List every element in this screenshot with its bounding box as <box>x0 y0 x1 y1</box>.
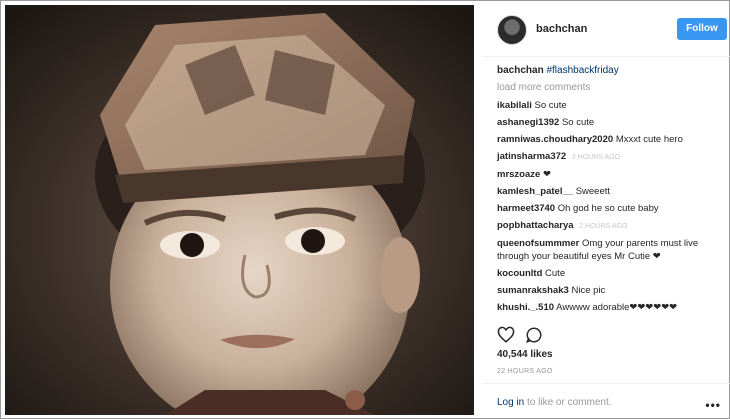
more-options-icon[interactable]: ••• <box>705 398 721 412</box>
comment-text: Mxxxt cute hero <box>615 134 683 145</box>
comment-text: Awwww adorable❤❤❤❤❤❤ <box>556 302 678 313</box>
post-caption: bachchan #flashbackfriday <box>497 65 725 76</box>
comment-username[interactable]: popbhattacharya <box>497 220 574 231</box>
load-more-comments-link[interactable]: load more comments <box>497 82 725 93</box>
post-header: bachchan Follow <box>482 1 730 57</box>
comment-row: kocounltd Cute <box>497 267 725 280</box>
comment-username[interactable]: mrszoaze <box>497 169 540 180</box>
comment-text: So cute <box>561 117 595 128</box>
comment-text: Nice pic <box>571 285 606 296</box>
comment-row: queenofsummmer Omg your parents must liv… <box>497 237 725 263</box>
caption-hashtag[interactable]: #flashbackfriday <box>546 65 618 76</box>
comment-username[interactable]: khushi._.510 <box>497 302 554 313</box>
follow-button[interactable]: Follow <box>677 18 727 40</box>
comments-panel: bachchan Follow bachchan #flashbackfrida… <box>482 1 730 419</box>
header-username[interactable]: bachchan <box>536 23 587 35</box>
like-heart-icon[interactable] <box>497 326 515 344</box>
comment-timestamp: 2 HOURS AGO <box>571 154 621 161</box>
post-window: bachchan Follow bachchan #flashbackfrida… <box>0 0 730 419</box>
comment-text: ❤ <box>542 169 551 180</box>
comment-row: jatinsharma372 2 HOURS AGO <box>497 150 725 164</box>
child-portrait-image <box>5 5 474 415</box>
comment-list: bachchan #flashbackfriday load more comm… <box>497 65 725 318</box>
avatar[interactable] <box>497 15 527 45</box>
comment-text: Cute <box>545 268 566 279</box>
comment-username[interactable]: kamlesh_patel__ <box>497 186 573 197</box>
comment-row: ikabilali So cute <box>497 99 725 112</box>
comment-row: kamlesh_patel__ Sweeett <box>497 185 725 198</box>
comment-username[interactable]: kocounltd <box>497 268 542 279</box>
login-prompt-text: to like or comment. <box>527 397 612 408</box>
comment-bubble-icon[interactable] <box>525 326 543 344</box>
comment-text: So cute <box>534 100 567 111</box>
comment-timestamp: 2 HOURS AGO <box>579 223 628 230</box>
comment-username[interactable]: sumanrakshak3 <box>497 285 569 296</box>
comment-row: ashanegi1392 So cute <box>497 116 725 129</box>
comment-username[interactable]: ramniwas.choudhary2020 <box>497 134 613 145</box>
comment-username[interactable]: ashanegi1392 <box>497 117 559 128</box>
comment-row: harmeet3740 Oh god he so cute baby <box>497 202 725 215</box>
comment-row: mrszoaze ❤ <box>497 168 725 181</box>
comment-username[interactable]: queenofsummmer <box>497 238 579 249</box>
comment-text: Sweeett <box>575 186 611 197</box>
caption-username[interactable]: bachchan <box>497 65 544 76</box>
comment-text: Oh god he so cute baby <box>557 203 659 214</box>
comment-row: sumanrakshak3 Nice pic <box>497 284 725 297</box>
comment-row: ramniwas.choudhary2020 Mxxxt cute hero <box>497 133 725 146</box>
comment-rows: ikabilali So cute ashanegi1392 So cute ram… <box>497 99 725 314</box>
comment-row: khushi._.510 Awwww adorable❤❤❤❤❤❤ <box>497 301 725 314</box>
comment-username[interactable]: jatinsharma372 <box>497 151 566 162</box>
post-photo[interactable] <box>5 5 474 415</box>
login-prompt: Log in to like or comment. <box>497 397 612 408</box>
comment-row: popbhattacharya 2 HOURS AGO <box>497 219 725 233</box>
likes-count[interactable]: 40,544 likes <box>497 349 553 360</box>
post-timestamp: 22 HOURS AGO <box>497 368 553 375</box>
comment-username[interactable]: ikabilali <box>497 100 532 111</box>
action-bar <box>497 326 557 344</box>
comment-username[interactable]: harmeet3740 <box>497 203 555 214</box>
login-link[interactable]: Log in <box>497 397 524 408</box>
comment-footer: Log in to like or comment. ••• <box>482 383 730 419</box>
